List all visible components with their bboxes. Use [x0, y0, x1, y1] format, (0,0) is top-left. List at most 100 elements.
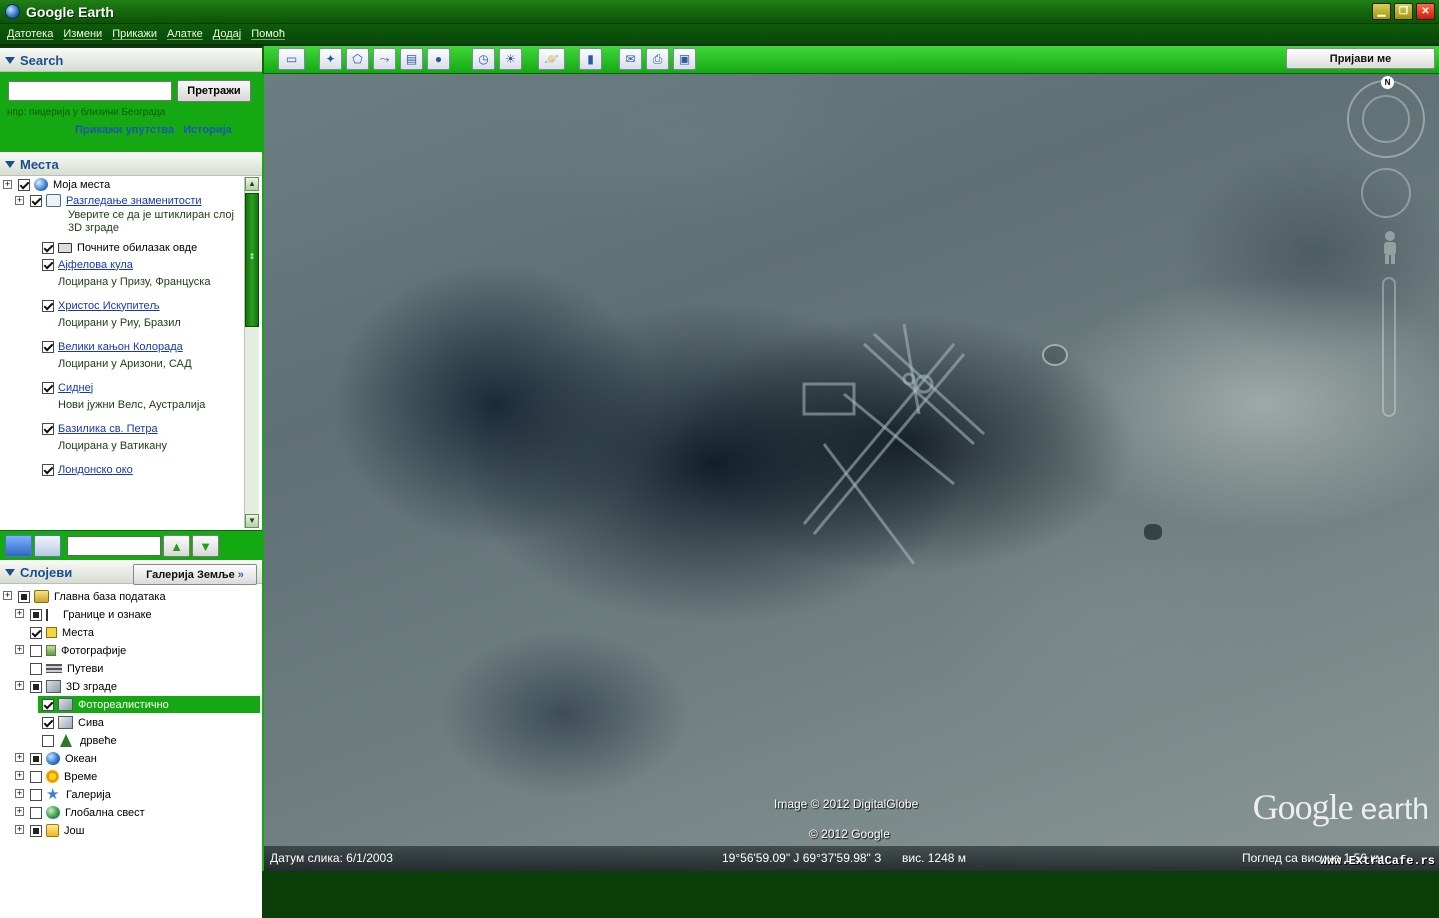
expand-icon[interactable]: + [15, 807, 24, 816]
expand-icon[interactable]: + [15, 753, 24, 762]
checkbox[interactable] [30, 608, 42, 621]
list-item[interactable]: Још [30, 822, 84, 839]
places-header[interactable]: Места [0, 152, 262, 176]
menu-edit[interactable]: Измени [63, 28, 102, 40]
checkbox[interactable] [30, 662, 42, 675]
checkbox[interactable] [30, 644, 42, 657]
checkbox[interactable] [30, 788, 42, 801]
move-joystick[interactable] [1361, 168, 1411, 218]
north-indicator[interactable]: N [1381, 76, 1394, 89]
menu-file[interactable]: Датотека [7, 28, 53, 40]
menu-view[interactable]: Прикажи [112, 28, 157, 40]
scroll-thumb[interactable]: ⇕ [245, 193, 259, 327]
checkbox[interactable] [30, 680, 42, 693]
expand-icon[interactable]: + [15, 609, 24, 618]
list-item[interactable]: дрвеће [42, 732, 117, 749]
list-item[interactable]: Глобална свест [30, 804, 145, 821]
place-label[interactable]: Сиднеј [58, 382, 93, 394]
checkbox[interactable] [42, 258, 54, 271]
navigation-compass[interactable]: N [1347, 76, 1425, 158]
list-item[interactable]: Време [30, 768, 97, 785]
print-icon[interactable]: ⎙ [646, 48, 669, 70]
list-item[interactable]: Базилика св. Петра [42, 420, 158, 437]
checkbox[interactable] [42, 734, 54, 747]
list-item[interactable]: 3D зграде [30, 678, 117, 695]
place-label[interactable]: Ајфелова кула [58, 259, 133, 271]
add-placemark-icon[interactable]: ✦ [319, 48, 342, 70]
switch-planet-icon[interactable]: 🪐 [538, 48, 565, 70]
search-places-button[interactable] [5, 535, 32, 557]
scroll-down-arrow-icon[interactable]: ▼ [245, 514, 259, 528]
checkbox[interactable] [30, 752, 42, 765]
scroll-up-arrow-icon[interactable]: ▲ [245, 177, 259, 191]
checkbox[interactable] [42, 241, 54, 254]
search-input[interactable] [8, 81, 172, 101]
earth-gallery-button[interactable]: Галерија Земље » [133, 564, 257, 585]
expand-icon[interactable]: + [15, 771, 24, 780]
checkbox[interactable] [30, 806, 42, 819]
search-button[interactable]: Претражи [177, 80, 251, 102]
expand-icon[interactable]: + [3, 180, 12, 189]
sunlight-icon[interactable]: ☀ [499, 48, 522, 70]
directions-link[interactable]: Прикажи упутства [75, 124, 174, 136]
place-label[interactable]: Разгледање знаменитости [66, 195, 202, 207]
expand-icon[interactable]: + [15, 196, 24, 205]
move-down-arrow-icon[interactable]: ▼ [192, 535, 219, 557]
sign-in-button[interactable]: Пријави ме [1286, 48, 1435, 69]
list-item[interactable]: Почните обилазак овде [42, 239, 197, 256]
email-icon[interactable]: ✉ [619, 48, 642, 70]
place-label[interactable]: Христос Искупитељ [58, 300, 160, 312]
close-button[interactable]: ✕ [1416, 3, 1435, 20]
place-label[interactable]: Базилика св. Петра [58, 423, 158, 435]
list-item[interactable]: Океан [30, 750, 97, 767]
add-polygon-icon[interactable]: ⬠ [346, 48, 369, 70]
list-item[interactable]: Велики кањон Колорада [42, 338, 183, 355]
checkbox[interactable] [18, 178, 30, 191]
add-image-overlay-icon[interactable]: ▤ [400, 48, 423, 70]
expand-icon[interactable]: + [15, 789, 24, 798]
menu-tools[interactable]: Алатке [167, 28, 203, 40]
history-link[interactable]: Историја [183, 124, 232, 136]
expand-icon[interactable]: + [3, 591, 12, 600]
places-filter-input[interactable] [67, 536, 161, 556]
list-item[interactable]: Ајфелова кула [42, 256, 133, 273]
move-up-arrow-icon[interactable]: ▲ [163, 535, 190, 557]
checkbox[interactable] [42, 463, 54, 476]
place-label[interactable]: Велики кањон Колорада [58, 341, 183, 353]
checkbox[interactable] [30, 770, 42, 783]
add-path-icon[interactable]: ⤳ [373, 48, 396, 70]
places-scrollbar[interactable]: ▲ ⇕ ▼ [244, 177, 259, 528]
pegman-icon[interactable] [1379, 230, 1401, 264]
list-item[interactable]: Сива [42, 714, 104, 731]
list-item[interactable]: Границе и ознаке [30, 606, 152, 623]
menu-help[interactable]: Помоћ [251, 28, 285, 40]
checkbox[interactable] [42, 381, 54, 394]
list-item[interactable]: Путеви [30, 660, 103, 677]
sidebar-toggle-icon[interactable]: ▭ [278, 48, 305, 70]
list-item[interactable]: Разгледање знаменитости [30, 192, 202, 209]
look-ring[interactable] [1362, 95, 1410, 143]
toggle-panel-button[interactable] [34, 535, 61, 557]
expand-icon[interactable]: + [15, 645, 24, 654]
save-image-icon[interactable]: ▣ [673, 48, 696, 70]
checkbox[interactable] [30, 824, 42, 837]
record-tour-icon[interactable]: ● [427, 48, 450, 70]
maximize-button[interactable]: ❐ [1394, 3, 1413, 20]
list-item[interactable]: Лондонско око [42, 461, 133, 478]
minimize-button[interactable]: ▁ [1372, 3, 1391, 20]
list-item[interactable]: Сиднеј [42, 379, 93, 396]
ruler-icon[interactable]: ▮ [579, 48, 602, 70]
checkbox[interactable] [42, 716, 54, 729]
zoom-slider[interactable] [1382, 277, 1396, 417]
checkbox[interactable] [42, 299, 54, 312]
list-item-selected[interactable]: Фотореалистично [38, 696, 260, 713]
list-item[interactable]: Главна база података [18, 588, 166, 605]
list-item[interactable]: Христос Искупитељ [42, 297, 160, 314]
expand-icon[interactable]: + [15, 681, 24, 690]
checkbox[interactable] [18, 590, 30, 603]
expand-icon[interactable]: + [15, 825, 24, 834]
list-item[interactable]: Моја места [18, 176, 110, 193]
historical-imagery-icon[interactable]: ◷ [472, 48, 495, 70]
search-header[interactable]: Search [0, 48, 262, 72]
menu-add[interactable]: Додај [213, 28, 241, 40]
